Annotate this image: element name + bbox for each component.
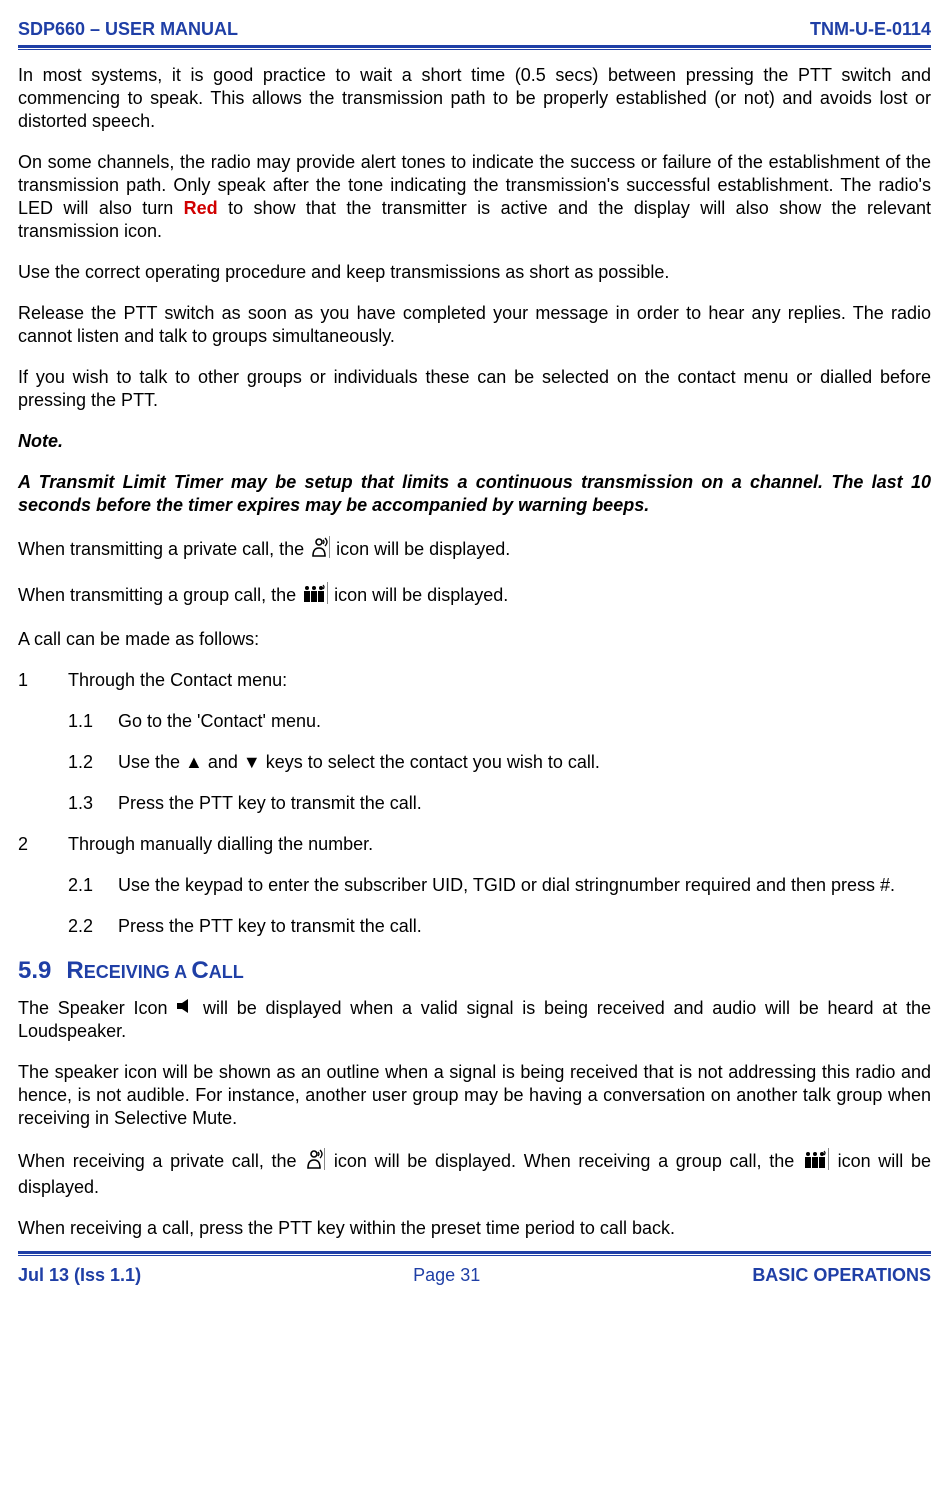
item-number: 2 xyxy=(18,833,68,856)
text-run: When transmitting a private call, the xyxy=(18,538,309,558)
paragraph: The Speaker Icon will be displayed when … xyxy=(18,997,931,1044)
paragraph: A call can be made as follows: xyxy=(18,628,931,651)
person-radio-icon xyxy=(304,1148,326,1176)
paragraph: On some channels, the radio may provide … xyxy=(18,151,931,243)
list-item: 1.2Use the ▲ and ▼ keys to select the co… xyxy=(18,751,931,774)
paragraph: Use the correct operating procedure and … xyxy=(18,261,931,284)
paragraph: When transmitting a group call, the icon… xyxy=(18,582,931,610)
paragraph: Release the PTT switch as soon as you ha… xyxy=(18,302,931,348)
list-item: 2Through manually dialling the number. xyxy=(18,833,931,856)
item-text: Use the keypad to enter the subscriber U… xyxy=(118,874,931,897)
text-run: When transmitting a group call, the xyxy=(18,584,301,604)
footer-left: Jul 13 (Iss 1.1) xyxy=(18,1264,141,1287)
note-lead: Note. xyxy=(18,430,931,453)
paragraph: When receiving a call, press the PTT key… xyxy=(18,1217,931,1240)
header-right: TNM-U-E-0114 xyxy=(810,18,931,41)
paragraph: The speaker icon will be shown as an out… xyxy=(18,1061,931,1130)
text-run: icon will be displayed. When receiving a… xyxy=(326,1151,802,1171)
list-item: 1Through the Contact menu: xyxy=(18,669,931,692)
paragraph: When transmitting a private call, the ic… xyxy=(18,536,931,564)
note-body: A Transmit Limit Timer may be setup that… xyxy=(18,471,931,517)
footer-right: BASIC OPERATIONS xyxy=(752,1264,931,1287)
section-heading-5-9: 5.9 RECEIVING A CALL xyxy=(18,956,931,987)
header-left: SDP660 – USER MANUAL xyxy=(18,18,238,41)
section-number: 5.9 xyxy=(18,957,51,984)
text-run: When receiving a private call, the xyxy=(18,1151,304,1171)
paragraph: In most systems, it is good practice to … xyxy=(18,64,931,133)
speaker-icon xyxy=(176,997,194,1020)
list-item: 1.1Go to the 'Contact' menu. xyxy=(18,710,931,733)
heading-initial: C xyxy=(191,957,208,984)
red-text: Red xyxy=(184,198,218,218)
item-number: 1 xyxy=(18,669,68,692)
item-number: 2.1 xyxy=(68,874,118,897)
text-run: The Speaker Icon xyxy=(18,998,176,1018)
text-run: icon will be displayed. xyxy=(331,538,510,558)
group-radio-icon xyxy=(301,582,329,610)
body-text: In most systems, it is good practice to … xyxy=(18,64,931,1240)
item-text: Press the PTT key to transmit the call. xyxy=(118,915,931,938)
person-radio-icon xyxy=(309,536,331,564)
item-text: Press the PTT key to transmit the call. xyxy=(118,792,931,815)
item-text: Go to the 'Contact' menu. xyxy=(118,710,931,733)
list-item: 2.2Press the PTT key to transmit the cal… xyxy=(18,915,931,938)
heading-rest: ALL xyxy=(209,962,244,982)
item-text: Use the ▲ and ▼ keys to select the conta… xyxy=(118,751,931,774)
heading-rest: ECEIVING A xyxy=(84,962,192,982)
item-text: Through manually dialling the number. xyxy=(68,833,373,856)
footer-rule xyxy=(18,1251,931,1256)
paragraph: If you wish to talk to other groups or i… xyxy=(18,366,931,412)
list-item: 2.1Use the keypad to enter the subscribe… xyxy=(18,874,931,897)
header-rule xyxy=(18,45,931,50)
page-footer: Jul 13 (Iss 1.1) Page 31 BASIC OPERATION… xyxy=(18,1264,931,1287)
text-run: icon will be displayed. xyxy=(329,584,508,604)
paragraph: When receiving a private call, the icon … xyxy=(18,1148,931,1199)
page-header: SDP660 – USER MANUAL TNM-U-E-0114 xyxy=(18,18,931,41)
item-text: Through the Contact menu: xyxy=(68,669,287,692)
item-number: 1.1 xyxy=(68,710,118,733)
item-number: 1.3 xyxy=(68,792,118,815)
group-radio-icon xyxy=(802,1148,830,1176)
list-item: 1.3Press the PTT key to transmit the cal… xyxy=(18,792,931,815)
item-number: 1.2 xyxy=(68,751,118,774)
heading-initial: R xyxy=(66,957,83,984)
footer-center: Page 31 xyxy=(141,1264,752,1287)
item-number: 2.2 xyxy=(68,915,118,938)
